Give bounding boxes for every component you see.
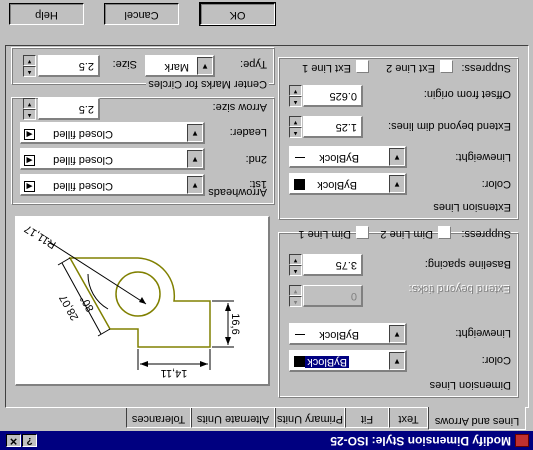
chevron-down-icon[interactable]: ▼ [389,352,405,370]
tab-primary-units[interactable]: Primary Units [275,408,345,428]
chevron-down-icon[interactable]: ▼ [187,124,203,142]
close-icon[interactable]: ✕ [6,434,21,447]
dimension-lines-group-label: Dimension Lines [427,379,513,391]
arrow-size-field[interactable]: 2.5 [38,98,100,120]
app-icon [515,434,529,447]
dim-lineweight-select[interactable]: ▼ ByBlock [289,323,407,345]
window-title: Modify Dimension Style: ISO-25 [330,434,511,448]
ext-offset-field[interactable]: 0.625 [303,85,363,107]
arrow-leader-select[interactable]: ▼ ◀ Closed filled [20,122,205,144]
color-swatch [294,356,305,367]
arrowhead-icon: ◀ [24,155,35,166]
dialog-window: Modify Dimension Style: ISO-25 ? ✕ Lines… [0,0,533,450]
arrow-first-label: 1st: [249,178,267,190]
chevron-down-icon[interactable]: ▼ [389,175,405,193]
cancel-button[interactable]: Cancel [104,3,179,25]
tab-tolerances[interactable]: Tolerances [126,408,191,428]
center-type-label: Type: [240,58,267,70]
dim-radius-text: R11,17 [23,222,59,251]
lineweight-sample [295,157,305,158]
ext-line2-label: Ext Line 2 [386,62,435,74]
dim-baseline-spinner[interactable]: ▲ ▼ [289,254,302,276]
title-bar: Modify Dimension Style: ISO-25 ? ✕ [0,431,533,450]
part-hole [115,271,161,317]
ext-line1-checkbox[interactable] [356,60,369,73]
ext-lineweight-label: Lineweight: [455,151,511,163]
arrowhead-icon: ◀ [24,181,35,192]
help-icon[interactable]: ? [22,434,37,447]
dim-color-select[interactable]: ▼ ByBlock [289,350,407,372]
ext-line1-label: Ext Line 1 [302,62,351,74]
center-size-label: Size: [112,58,137,70]
dim-extend-label: Extend beyond ticks: [409,283,511,295]
chevron-down-icon[interactable]: ▼ [389,325,405,343]
center-size-field[interactable]: 2.5 [38,55,100,77]
dim-diag-text: 28,07 [57,293,81,323]
dim-extend-field[interactable]: 0 [303,285,363,307]
lineweight-sample [295,334,305,335]
dim-extend-spinner[interactable]: ▲ ▼ [289,285,302,307]
arrow-first-select[interactable]: ▼ ◀ Closed filled [20,174,205,196]
dim-baseline-field[interactable]: 3.75 [303,254,363,276]
dim-line2-checkbox[interactable] [438,226,451,239]
help-button[interactable]: Help [9,3,84,25]
chevron-down-icon[interactable]: ▼ [197,57,213,75]
ext-extend-spinner[interactable]: ▲ ▼ [289,116,302,138]
tab-fit[interactable]: Fit [345,408,389,428]
arrowhead-icon: ◀ [24,129,35,140]
color-swatch [294,179,305,190]
ext-lineweight-select[interactable]: ▼ ByBlock [289,146,407,168]
dim-line1-label: Dim Line 1 [298,228,351,240]
tab-lines-and-arrows[interactable]: Lines and Arrows [428,407,526,430]
dim-lineweight-label: Lineweight: [455,327,511,339]
ok-button[interactable]: OK [199,2,276,26]
dim-color-label: Color: [481,354,511,366]
extension-lines-group-label: Extension Lines [431,201,513,213]
arrow-second-select[interactable]: ▼ ◀ Closed filled [20,148,205,170]
arrow-size-label: Arrow size: [212,101,267,113]
ext-extend-field[interactable]: 1.25 [303,116,363,138]
ext-offset-spinner[interactable]: ▲ ▼ [289,85,302,107]
chevron-down-icon[interactable]: ▼ [389,148,405,166]
dim-line1-checkbox[interactable] [356,226,369,239]
chevron-down-icon[interactable]: ▼ [187,176,203,194]
ext-offset-label: Offset from origin: [423,88,511,100]
ext-suppress-label: Suppress: [461,62,511,74]
ext-color-select[interactable]: ▼ ByBlock [289,173,407,195]
tab-text[interactable]: Text [389,408,428,428]
center-size-spinner[interactable]: ▲ ▼ [23,55,36,77]
ext-line2-checkbox[interactable] [440,60,453,73]
dim-top-text: 14,11 [161,367,188,379]
preview-pane: 14,11 16,6 28,07 80° R11,17 [15,216,270,386]
arrow-second-label: 2nd: [245,153,267,165]
chevron-down-icon[interactable]: ▼ [187,150,203,168]
ext-extend-label: Extend beyond dim lines: [388,120,511,132]
ext-color-label: Color: [481,178,511,190]
arrow-leader-label: Leader: [229,126,267,138]
tab-alternate-units[interactable]: Alternate Units [191,408,275,428]
center-marks-group-label: Center Marks for Circles [146,78,269,90]
center-type-select[interactable]: ▼ Mark [145,55,215,77]
extension-lines-group [279,58,519,220]
dim-line2-label: Dim Line 2 [380,228,433,240]
dimension-preview-drawing: 14,11 16,6 28,07 80° R11,17 [23,222,241,379]
dim-baseline-label: Baseline spacing: [424,258,511,270]
dim-left-text: 16,6 [229,313,241,334]
arrow-size-spinner[interactable]: ▲ ▼ [23,98,36,120]
dim-suppress-label: Suppress: [461,228,511,240]
